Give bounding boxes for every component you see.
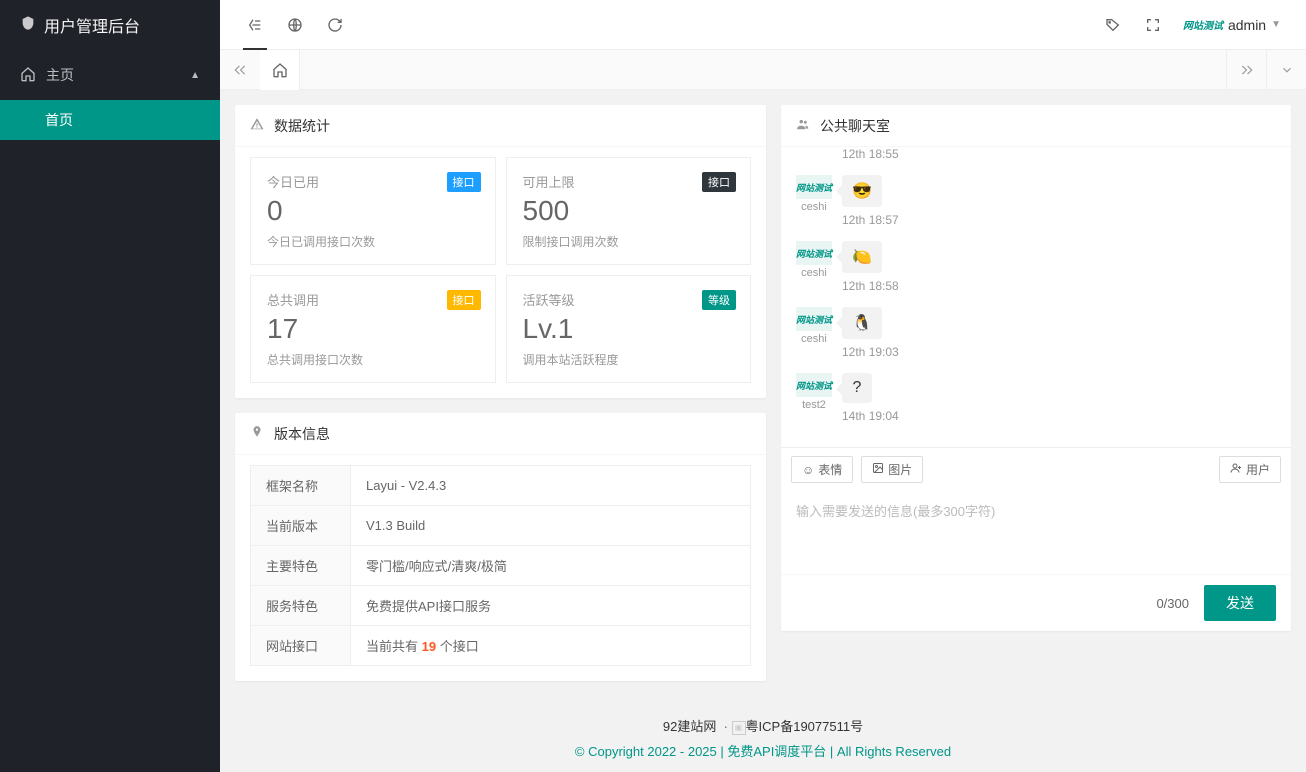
image-icon: [872, 462, 884, 477]
chat-bubble: ?: [842, 373, 872, 403]
tabs-next-button[interactable]: [1226, 50, 1266, 90]
stat-badge: 接口: [702, 172, 736, 192]
char-count: 0/300: [1156, 596, 1189, 611]
stat-value: Lv.1: [523, 313, 735, 345]
smile-icon: ☺: [802, 463, 814, 477]
chat-username: ceshi: [796, 267, 832, 279]
footer: 92建站网 · ▣粤ICP备19077511号 © Copyright 2022…: [235, 696, 1291, 772]
chat-username: ceshi: [796, 201, 832, 213]
table-row: 当前版本V1.3 Build: [251, 506, 751, 546]
chat-bubble: 🍋: [842, 241, 882, 273]
stat-value: 17: [267, 313, 479, 345]
chat-time: 12th 18:57: [842, 213, 1276, 227]
logo-icon: [20, 15, 36, 36]
footer-site-link[interactable]: 92建站网: [663, 719, 716, 734]
users-icon: [796, 117, 810, 134]
chat-message: 网站测试 ceshi 🍋 12th 18:58: [796, 241, 1276, 293]
table-row: 网站接口当前共有 19 个接口: [251, 626, 751, 666]
pin-icon: [250, 425, 264, 442]
table-row: 框架名称Layui - V2.4.3: [251, 466, 751, 506]
user-menu[interactable]: 网站测试 admin ▼: [1173, 17, 1291, 33]
chat-message: 网站测试 test2 ? 14th 19:04: [796, 373, 1276, 423]
avatar: 网站测试: [796, 241, 832, 265]
nav-sub-home[interactable]: 首页: [0, 100, 220, 140]
stat-card: 接口 今日已用 0 今日已调用接口次数: [250, 157, 496, 265]
chevron-down-icon: ▼: [1271, 19, 1281, 30]
logo-text: 用户管理后台: [44, 13, 140, 37]
refresh-button[interactable]: [315, 0, 355, 50]
stat-card: 等级 活跃等级 Lv.1 调用本站活跃程度: [506, 275, 752, 383]
stat-badge: 接口: [447, 172, 481, 192]
chat-username: test2: [796, 399, 832, 411]
stat-badge: 等级: [702, 290, 736, 310]
tab-home[interactable]: [260, 50, 300, 90]
stat-value: 0: [267, 195, 479, 227]
stat-value: 500: [523, 195, 735, 227]
stat-desc: 今日已调用接口次数: [267, 233, 479, 250]
broken-image-icon: ▣: [732, 721, 746, 735]
footer-icp-link[interactable]: 粤ICP备19077511号: [746, 719, 864, 734]
stat-card: 接口 总共调用 17 总共调用接口次数: [250, 275, 496, 383]
table-row: 服务特色免费提供API接口服务: [251, 586, 751, 626]
chat-time: 12th 18:55: [842, 147, 1276, 161]
chat-username: ceshi: [796, 333, 832, 345]
nav-home-label: 主页: [46, 65, 74, 85]
chat-input[interactable]: [781, 491, 1291, 571]
warning-icon: [250, 117, 264, 134]
chat-header: 公共聊天室: [781, 105, 1291, 147]
tabs-prev-button[interactable]: [220, 50, 260, 90]
send-button[interactable]: 发送: [1204, 585, 1276, 621]
fullscreen-button[interactable]: [1133, 0, 1173, 50]
stat-desc: 调用本站活跃程度: [523, 351, 735, 368]
chat-time: 12th 19:03: [842, 345, 1276, 359]
chat-time: 14th 19:04: [842, 409, 1276, 423]
emoji-button[interactable]: ☺ 表情: [791, 456, 853, 483]
stat-badge: 接口: [447, 290, 481, 310]
chat-bubble: 😎: [842, 175, 882, 207]
stat-card: 接口 可用上限 500 限制接口调用次数: [506, 157, 752, 265]
chat-messages[interactable]: 网站测试 ceshi 😀 12th 18:55 网站测试 ceshi 😎 12t…: [781, 147, 1291, 447]
tag-button[interactable]: [1093, 0, 1133, 50]
version-header: 版本信息: [235, 413, 766, 455]
footer-copyright: © Copyright 2022 - 2025 | 免费API调度平台 | Al…: [255, 741, 1271, 760]
stat-desc: 限制接口调用次数: [523, 233, 735, 250]
chevron-up-icon: ▲: [190, 70, 200, 81]
home-icon: [20, 66, 36, 85]
logo[interactable]: 用户管理后台: [0, 0, 220, 50]
nav-home[interactable]: 主页 ▲: [0, 50, 220, 100]
chat-bubble: 🐧: [842, 307, 882, 339]
chat-message: 网站测试 ceshi 😎 12th 18:57: [796, 175, 1276, 227]
chat-time: 12th 18:58: [842, 279, 1276, 293]
username: admin: [1228, 17, 1266, 33]
image-button[interactable]: 图片: [861, 456, 923, 483]
menu-toggle-button[interactable]: [235, 0, 275, 50]
stats-header: 数据统计: [235, 105, 766, 147]
tabs-dropdown-button[interactable]: [1266, 50, 1306, 90]
user-button[interactable]: 用户: [1219, 456, 1281, 483]
avatar: 网站测试: [796, 307, 832, 331]
brand-badge: 网站测试: [1183, 17, 1223, 32]
table-row: 主要特色零门槛/响应式/清爽/极简: [251, 546, 751, 586]
chat-message: 网站测试 ceshi 🐧 12th 19:03: [796, 307, 1276, 359]
chat-message: 网站测试 ceshi 😀 12th 18:55: [796, 147, 1276, 161]
avatar: 网站测试: [796, 175, 832, 199]
globe-button[interactable]: [275, 0, 315, 50]
stat-desc: 总共调用接口次数: [267, 351, 479, 368]
add-user-icon: [1230, 462, 1242, 477]
avatar: 网站测试: [796, 373, 832, 397]
version-table: 框架名称Layui - V2.4.3当前版本V1.3 Build主要特色零门槛/…: [250, 465, 751, 666]
